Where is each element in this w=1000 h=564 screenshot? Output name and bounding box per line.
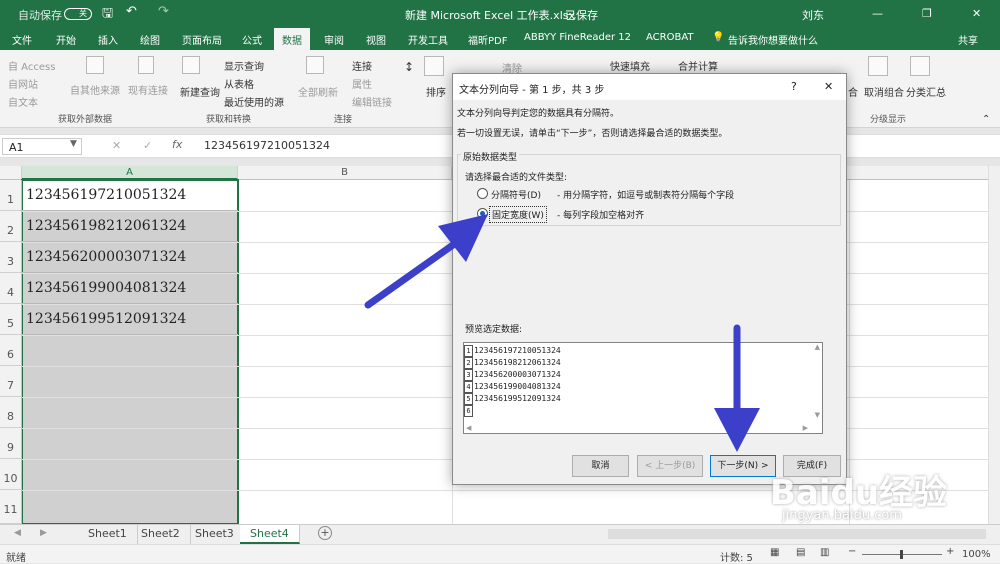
watermark-brand: Baidu经验 (770, 473, 948, 513)
watermark: Baidu经验 (770, 465, 947, 514)
watermark-url: jingyan.baidu.com (782, 508, 902, 523)
arrow-to-fixed-width-icon (364, 214, 488, 309)
arrow-to-next-button-icon (714, 324, 760, 452)
